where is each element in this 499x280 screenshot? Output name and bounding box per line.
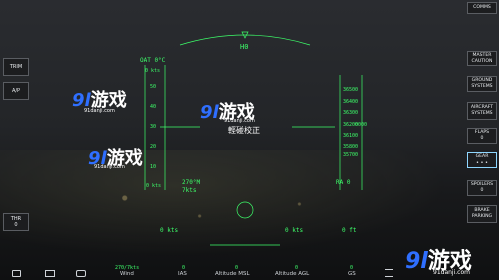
- watermark-2: 9l游戏 91danji.com: [200, 102, 255, 124]
- radar-altitude: RA 0: [336, 179, 351, 186]
- heading-readout: H0: [240, 43, 249, 51]
- airspeed-current: 0 kts: [146, 183, 162, 189]
- altitude-bottom: 0 ft: [342, 227, 357, 234]
- hud-lines: [144, 31, 363, 246]
- autopilot-button[interactable]: A/P: [3, 82, 29, 100]
- gear-down-icon: • • •: [475, 159, 489, 166]
- ias-left: 0 kts: [160, 227, 179, 234]
- aircraft-systems-button[interactable]: AIRCRAFT SYSTEMS: [467, 102, 497, 120]
- flight-sim-screen: H0 OAT 0°C 0 kts 50 40 30 20 10 0 kts 27…: [0, 0, 499, 280]
- spoilers-button[interactable]: SPOILERS 0: [467, 180, 497, 196]
- vehicle-icon[interactable]: [76, 270, 86, 277]
- watermark-3: 9l游戏 91danji.com: [88, 148, 143, 170]
- altitude-tick-5: 36100: [343, 133, 359, 139]
- gear-button[interactable]: GEAR • • •: [467, 152, 497, 168]
- altitude-current: 0000: [355, 122, 368, 128]
- airspeed-ref: 0 kts: [145, 68, 161, 74]
- ground-systems-button[interactable]: GROUND SYSTEMS: [467, 76, 497, 92]
- ias-right: 0 kts: [285, 227, 304, 234]
- flaps-value: 0: [480, 136, 484, 141]
- wind-direction: 270°M: [182, 179, 201, 186]
- master-caution-button[interactable]: MASTER CAUTION: [467, 51, 497, 66]
- alt-msl-label: Altitude MSL: [215, 271, 250, 277]
- brake-parking-button[interactable]: BRAKE PARKING: [467, 205, 497, 223]
- altitude-tick-7: 35700: [343, 152, 359, 158]
- altitude-tick-3: 36300: [343, 110, 359, 116]
- oat-readout: OAT 0°C: [140, 57, 166, 64]
- throttle-button[interactable]: THR 0: [3, 213, 29, 231]
- view-icon[interactable]: [45, 270, 55, 277]
- trim-button[interactable]: TRIM: [3, 58, 29, 76]
- comms-button[interactable]: COMMS: [467, 2, 497, 14]
- altitude-tick-6: 35800: [343, 144, 359, 150]
- ias-label: IAS: [178, 271, 187, 277]
- spoilers-value: 0: [480, 188, 484, 193]
- gs-label: GS: [348, 271, 356, 277]
- throttle-value: 0: [14, 222, 18, 228]
- altitude-tick-2: 36400: [343, 99, 359, 105]
- flaps-button[interactable]: FLAPS 0: [467, 128, 497, 144]
- alt-agl-label: Altitude AGL: [275, 271, 310, 277]
- altitude-tick-1: 36500: [343, 87, 359, 93]
- wind-label: Wind: [120, 271, 134, 277]
- airspeed-tick-3: 30: [150, 124, 157, 130]
- bottom-toolbar: 270/7kts Wind 0 IAS 0 Altitude MSL 0 Alt…: [0, 264, 499, 280]
- menu-icon[interactable]: [385, 269, 393, 277]
- wind-speed: 7kts: [182, 187, 197, 194]
- watermark-1: 9l游戏 91danji.com: [72, 90, 127, 114]
- camera-icon[interactable]: [12, 270, 21, 277]
